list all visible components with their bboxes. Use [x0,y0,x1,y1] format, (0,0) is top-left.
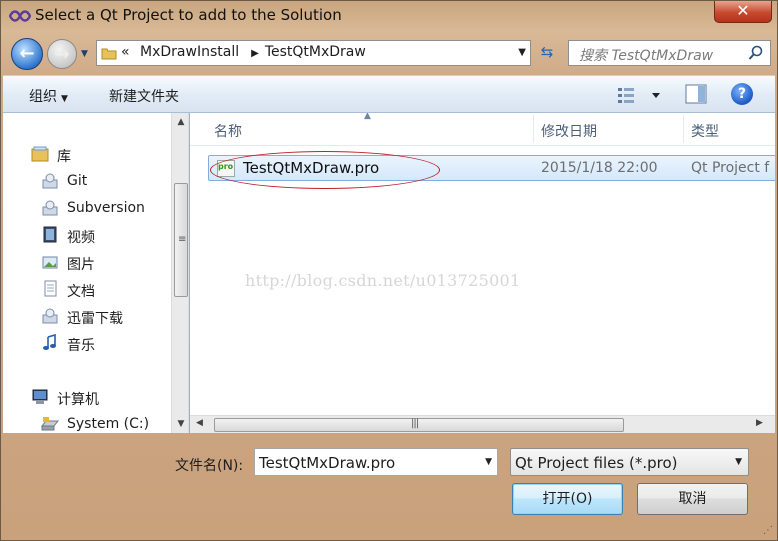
recent-locations-dropdown[interactable]: ▼ [81,49,91,59]
sidebar-item-label: Subversion [67,200,145,216]
column-header-type[interactable]: 类型 [691,121,719,141]
title-bar[interactable]: Select a Qt Project to add to the Soluti… [1,1,777,33]
close-icon: ✕ [736,1,750,20]
resize-grip-icon[interactable]: ⋰ [763,525,773,536]
chevron-down-icon: ▼ [61,94,68,104]
organize-label: 组织 [29,89,57,105]
column-header-name[interactable]: 名称 [214,121,242,141]
filename-dropdown-icon[interactable]: ▼ [485,457,492,467]
refresh-button[interactable]: ⇆ [537,43,557,63]
sidebar-item-label: 音乐 [67,338,95,354]
filename-field[interactable]: TestQtMxDraw.pro ▼ [254,448,498,476]
computer-icon [32,389,48,404]
drive-icon [41,417,59,431]
filename-value: TestQtMxDraw.pro [259,454,396,472]
new-folder-button[interactable]: 新建文件夹 [109,86,179,106]
library-icon [31,146,49,162]
sidebar-item-label: 视频 [67,230,95,246]
column-header-modified[interactable]: 修改日期 [541,121,597,141]
videos-icon [43,226,57,243]
window-title: Select a Qt Project to add to the Soluti… [35,6,342,24]
scroll-right-icon[interactable]: ▶ [756,418,763,428]
sidebar-item-label: 计算机 [57,392,99,408]
refresh-icon: ⇆ [540,43,554,61]
file-list-horizontal-scrollbar[interactable]: ◀ ||| ▶ [190,415,775,433]
forward-button[interactable]: → [47,39,77,69]
cancel-button[interactable]: 取消 [637,483,748,515]
organize-menu[interactable]: 组织 ▼ [29,86,68,106]
sidebar-item-label: Git [67,173,88,189]
sidebar-item-label: 图片 [67,257,95,273]
grip-icon: ||| [411,418,419,429]
downloads-library-icon [42,308,58,324]
sidebar-item-label: System (C:) [67,416,150,432]
scrollbar-thumb[interactable]: ||| [214,418,624,432]
scroll-down-icon[interactable]: ▼ [172,415,188,433]
breadcrumb-overflow[interactable]: « [121,44,130,60]
command-bar: 组织 ▼ 新建文件夹 ? [3,75,775,113]
subversion-library-icon [42,200,58,216]
column-divider[interactable] [683,115,684,143]
address-bar[interactable]: « MxDrawInstall ▶ TestQtMxDraw ▼ [96,40,531,66]
grip-icon: ≡ [178,234,187,245]
address-dropdown-icon[interactable]: ▼ [518,47,526,58]
column-divider[interactable] [533,115,534,143]
sidebar-item-label: 迅雷下载 [67,311,123,327]
breadcrumb: « MxDrawInstall ▶ TestQtMxDraw [121,44,372,60]
open-button[interactable]: 打开(O) [512,483,623,515]
file-modified-date: 2015/1/18 22:00 [541,160,658,176]
scroll-up-icon[interactable]: ▲ [172,113,188,131]
search-placeholder: 搜索 TestQtMxDraw [579,48,714,64]
preview-pane-icon[interactable] [685,84,707,104]
navigation-pane: 库 Git Subversion 视频 图片 文档 迅雷下载 音乐 计算机 Sy… [3,113,189,433]
back-button[interactable]: ← [11,38,43,70]
annotation-ellipse [210,151,440,189]
git-library-icon [42,173,58,189]
arrow-right-icon: → [54,44,70,65]
close-button[interactable]: ✕ [714,1,772,23]
documents-icon [44,280,57,297]
sidebar-item-label: 库 [57,149,71,165]
pictures-icon [42,256,58,269]
arrow-left-icon: ← [19,43,35,64]
watermark-text: http://blog.csdn.net/u013725001 [245,271,521,290]
visual-studio-icon [9,10,31,22]
help-icon[interactable]: ? [731,83,753,105]
search-input[interactable]: 搜索 TestQtMxDraw [568,40,771,66]
scrollbar-thumb[interactable]: ≡ [174,183,188,297]
file-type: Qt Project f [691,160,770,176]
file-list-pane: ▲ 名称 修改日期 类型 pro TestQtMxDraw.pro 2015/1… [190,113,775,433]
column-header-row: ▲ 名称 修改日期 类型 [190,113,775,146]
file-type-select[interactable]: Qt Project files (*.pro) ▼ [510,448,749,476]
chevron-right-icon[interactable]: ▶ [251,48,259,59]
chevron-down-icon: ▼ [735,457,742,467]
scroll-left-icon[interactable]: ◀ [196,418,203,428]
view-options-icon[interactable] [616,85,666,105]
breadcrumb-item[interactable]: MxDrawInstall [140,44,239,60]
file-type-value: Qt Project files (*.pro) [515,454,678,472]
folder-icon [101,48,117,60]
navigation-row: ← → ▼ « MxDrawInstall ▶ TestQtMxDraw ▼ ⇆ 搜… [1,35,777,73]
file-open-dialog: Select a Qt Project to add to the Soluti… [0,0,778,541]
breadcrumb-item[interactable]: TestQtMxDraw [265,44,366,60]
sidebar-vertical-scrollbar[interactable]: ▲ ≡ ▼ [171,113,188,433]
search-icon[interactable] [748,45,764,61]
sidebar-item-label: 文档 [67,284,95,300]
sort-ascending-icon: ▲ [364,113,371,121]
music-icon [43,334,56,350]
filename-label: 文件名(N): [175,458,244,474]
